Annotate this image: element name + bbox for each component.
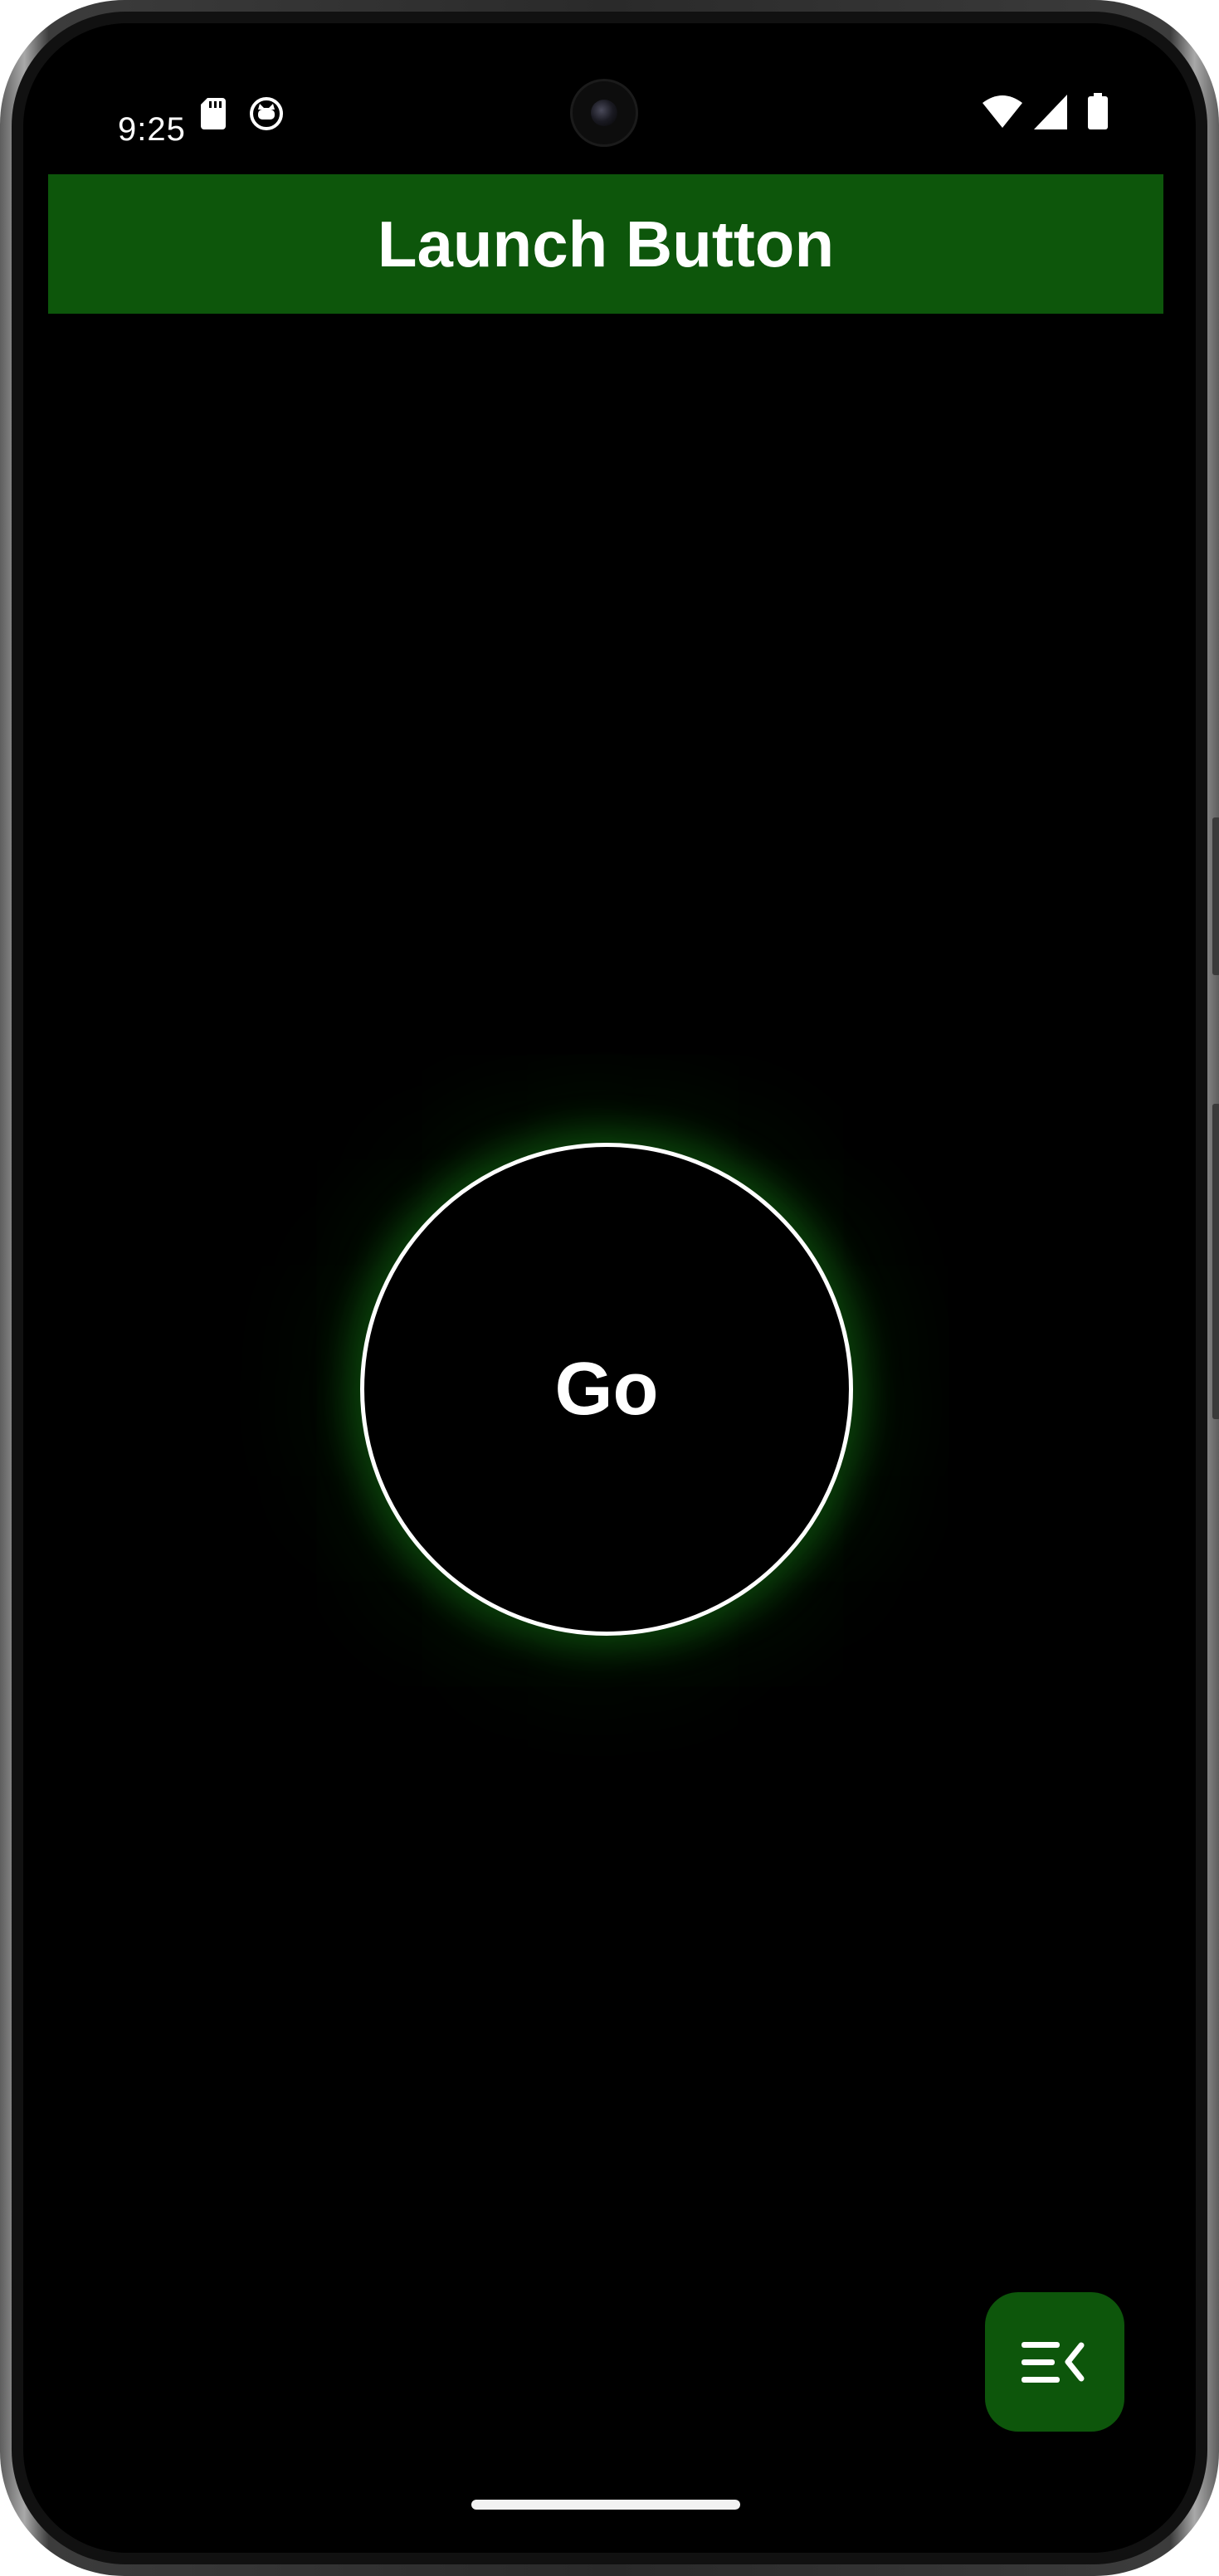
front-camera (573, 81, 636, 144)
go-button[interactable]: Go (360, 1143, 853, 1636)
app-title: Launch Button (377, 207, 835, 281)
camera-lens (591, 100, 617, 126)
status-time: 9:25 (118, 111, 186, 148)
go-button-label: Go (554, 1347, 659, 1431)
cat-icon (250, 97, 283, 130)
cell-signal-icon (1034, 95, 1067, 129)
home-indicator[interactable] (471, 2500, 740, 2510)
battery-icon (1088, 93, 1108, 129)
sd-card-icon (201, 98, 226, 129)
screen: 9:25 Launch Button Go (23, 23, 1196, 2553)
app-bar: Launch Button (48, 174, 1163, 314)
phone-frame: 9:25 Launch Button Go (0, 0, 1219, 2576)
wifi-icon (983, 95, 1022, 128)
menu-fab-button[interactable] (985, 2292, 1124, 2432)
status-bar: 9:25 (23, 23, 1196, 148)
menu-collapse-icon (1022, 2342, 1085, 2383)
volume-button (1212, 1104, 1219, 1419)
power-button (1212, 817, 1219, 975)
